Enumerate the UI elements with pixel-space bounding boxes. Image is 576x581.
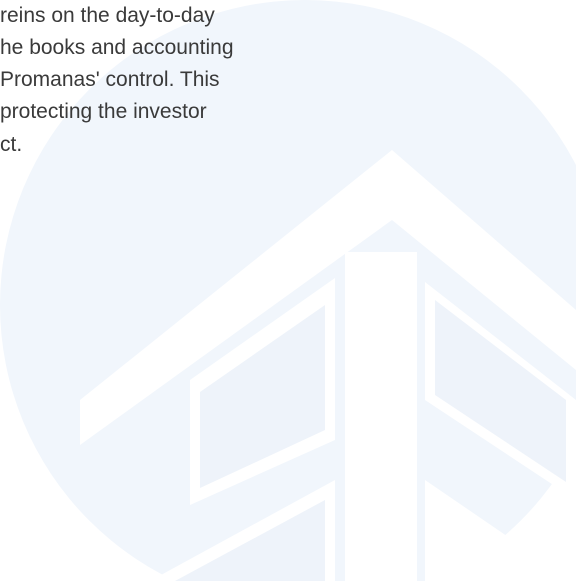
paragraph-line: ct. [0, 133, 23, 156]
paragraph-line: reins on the day-to-day [0, 4, 215, 27]
paragraph-line: he books and accounting [0, 36, 234, 59]
paragraph-line: Promanas' control. This [0, 68, 220, 91]
paragraph-line: protecting the investor [0, 100, 207, 123]
document-page: reins on the day-to-day he books and acc… [0, 0, 576, 581]
